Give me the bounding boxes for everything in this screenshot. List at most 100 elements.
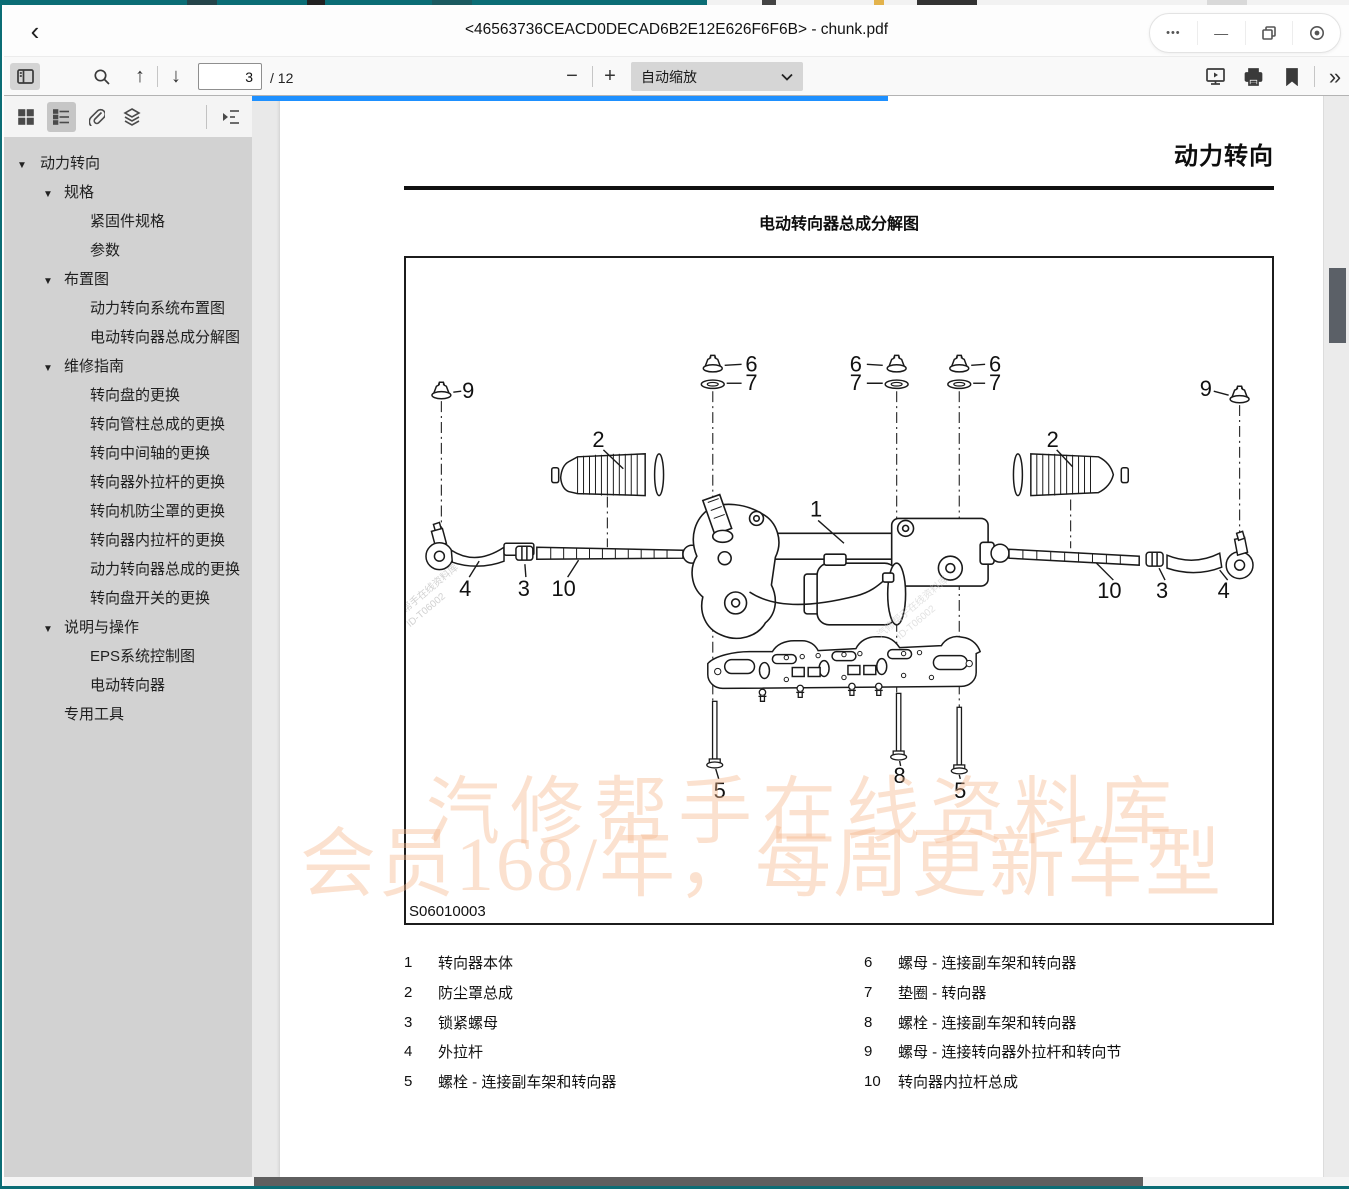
page-up-button[interactable]: ↑: [128, 63, 152, 90]
toc-item[interactable]: 紧固件规格: [4, 207, 252, 236]
double-chevron-icon: »: [1329, 64, 1341, 90]
toc-item[interactable]: 转向盘开关的更换: [4, 584, 252, 613]
record-button[interactable]: [1292, 21, 1340, 45]
layers-view-button[interactable]: [118, 102, 146, 132]
current-outline-item-button[interactable]: [217, 102, 245, 132]
legend-row: 1转向器本体: [404, 948, 844, 978]
minimize-icon: —: [1214, 25, 1228, 41]
vertical-scrollbar[interactable]: [1323, 96, 1349, 1177]
arrow-up-icon: ↑: [135, 65, 145, 88]
zoom-mode-select[interactable]: 自动缩放: [631, 62, 803, 91]
toc-item[interactable]: ▼规格: [4, 178, 252, 207]
legend-number: 1: [404, 954, 438, 971]
page-number-input[interactable]: [198, 63, 262, 90]
outline-view-button[interactable]: [47, 102, 75, 132]
toc-item[interactable]: ▼ 维修指南: [4, 352, 252, 381]
toc-item[interactable]: 转向盘的更换: [4, 381, 252, 410]
exploded-diagram: 汽修帮手在线资料库 ID-T06002 汽修帮手在线资料库 ID-T06002 …: [406, 258, 1272, 923]
toc-item[interactable]: 转向管柱总成的更换: [4, 410, 252, 439]
figure-box: 汽修帮手在线资料库 ID-T06002 汽修帮手在线资料库 ID-T06002 …: [404, 256, 1274, 925]
attachments-view-button[interactable]: [83, 102, 111, 132]
toc-item[interactable]: 专用工具: [4, 700, 252, 729]
toc-item[interactable]: 转向机防尘罩的更换: [4, 497, 252, 526]
header-rule: [404, 186, 1274, 190]
toc-item-label: 动力转向系统布置图: [90, 299, 225, 318]
callout-number: 10: [1097, 578, 1121, 603]
push-pin: [848, 683, 856, 695]
toc-item-label: 转向中间轴的更换: [90, 444, 210, 463]
legend-number: 7: [864, 984, 898, 1001]
legend-label: 锁紧螺母: [438, 1012, 498, 1033]
toc-item[interactable]: 转向器外拉杆的更换: [4, 468, 252, 497]
print-button[interactable]: [1240, 63, 1266, 90]
sidebar-toggle-icon: [17, 69, 34, 84]
boot-right: [1013, 454, 1128, 496]
figure-title: 电动转向器总成分解图: [404, 210, 1274, 234]
caret-down-icon[interactable]: ▼: [43, 185, 53, 204]
vertical-scrollbar-thumb[interactable]: [1329, 268, 1346, 343]
titlebar: ‹ <46563736CEACD0DECAD6B2E12E626F6F6B> -…: [4, 5, 1349, 57]
page-down-button[interactable]: ↓: [164, 63, 188, 90]
toc-item-label: 参数: [90, 241, 120, 260]
legend-column-right: 6螺母 - 连接副车架和转向器7垫圈 - 转向器8螺栓 - 连接副车架和转向器9…: [864, 948, 1284, 1096]
zoom-in-icon: +: [604, 65, 616, 88]
bolt-5-left: [707, 701, 723, 768]
toc-item-label: 转向盘的更换: [90, 386, 180, 405]
nut-9-right: [1230, 386, 1249, 403]
caret-down-icon[interactable]: ▼: [17, 156, 27, 175]
caret-down-icon[interactable]: ▼: [43, 359, 53, 378]
lock-nut-left: [516, 546, 533, 560]
print-icon: [1244, 68, 1263, 86]
toc-item[interactable]: 动力转向器总成的更换: [4, 555, 252, 584]
toc-item[interactable]: 电动转向器: [4, 671, 252, 700]
zoom-in-button[interactable]: +: [598, 63, 622, 90]
toc-item[interactable]: ▼布置图: [4, 265, 252, 294]
toc-item[interactable]: ▼动力转向: [4, 149, 252, 178]
bookmark-button[interactable]: [1280, 63, 1304, 90]
toc-item[interactable]: ▼说明与操作: [4, 613, 252, 642]
inner-tie-rod-left: [537, 545, 701, 563]
legend-label: 螺母 - 连接转向器外拉杆和转向节: [898, 1041, 1121, 1062]
callout-number: 4: [1218, 578, 1230, 603]
toc-item[interactable]: 电动转向器总成分解图: [4, 323, 252, 352]
minimize-button[interactable]: —: [1197, 21, 1245, 45]
toc-item[interactable]: 转向器内拉杆的更换: [4, 526, 252, 555]
legend-label: 螺栓 - 连接副车架和转向器: [438, 1071, 616, 1092]
zoom-out-icon: −: [566, 65, 578, 88]
toc-item-label: 维修指南: [64, 357, 124, 376]
nut-9-left: [432, 382, 451, 399]
caret-down-icon[interactable]: ▼: [43, 272, 53, 291]
toc-item-label: 电动转向器: [90, 676, 165, 695]
more-options-button[interactable]: •••: [1150, 21, 1197, 45]
toc-item[interactable]: EPS系统控制图: [4, 642, 252, 671]
legend-label: 螺栓 - 连接副车架和转向器: [898, 1012, 1076, 1033]
caret-down-icon[interactable]: ▼: [43, 620, 53, 639]
zoom-mode-value: 自动缩放: [641, 67, 697, 87]
toc-item[interactable]: 转向中间轴的更换: [4, 439, 252, 468]
legend-label: 垫圈 - 转向器: [898, 982, 986, 1003]
restore-button[interactable]: [1245, 21, 1293, 45]
toc-item[interactable]: 动力转向系统布置图: [4, 294, 252, 323]
toc-item-label: 专用工具: [64, 705, 124, 724]
horizontal-scrollbar-thumb[interactable]: [254, 1177, 1143, 1186]
pdf-page: 动力转向 电动转向器总成分解图: [280, 96, 1324, 1177]
legend-label: 防尘罩总成: [438, 982, 513, 1003]
presentation-mode-button[interactable]: [1202, 63, 1228, 90]
toc-item-label: 转向管柱总成的更换: [90, 415, 225, 434]
toc-item[interactable]: 参数: [4, 236, 252, 265]
sidebar-toggle-button[interactable]: [10, 63, 40, 90]
callout-number: 1: [810, 496, 822, 521]
thumbnails-view-button[interactable]: [12, 102, 40, 132]
zoom-out-button[interactable]: −: [560, 63, 584, 90]
circle-dot-icon: [1309, 25, 1325, 41]
search-button[interactable]: [90, 63, 114, 90]
sidebar: ▼动力转向▼规格紧固件规格参数 ▼布置图动力转向系统布置图电动转向器总成分解图 ▼ 维…: [4, 96, 252, 1177]
callout-number: 3: [518, 576, 530, 601]
legend-number: 10: [864, 1073, 898, 1090]
more-options-icon: •••: [1166, 27, 1181, 39]
more-tools-button[interactable]: »: [1322, 63, 1348, 90]
legend-number: 3: [404, 1014, 438, 1031]
horizontal-scrollbar[interactable]: [4, 1177, 1349, 1186]
legend-number: 9: [864, 1043, 898, 1060]
callout-number: 9: [1200, 376, 1212, 401]
